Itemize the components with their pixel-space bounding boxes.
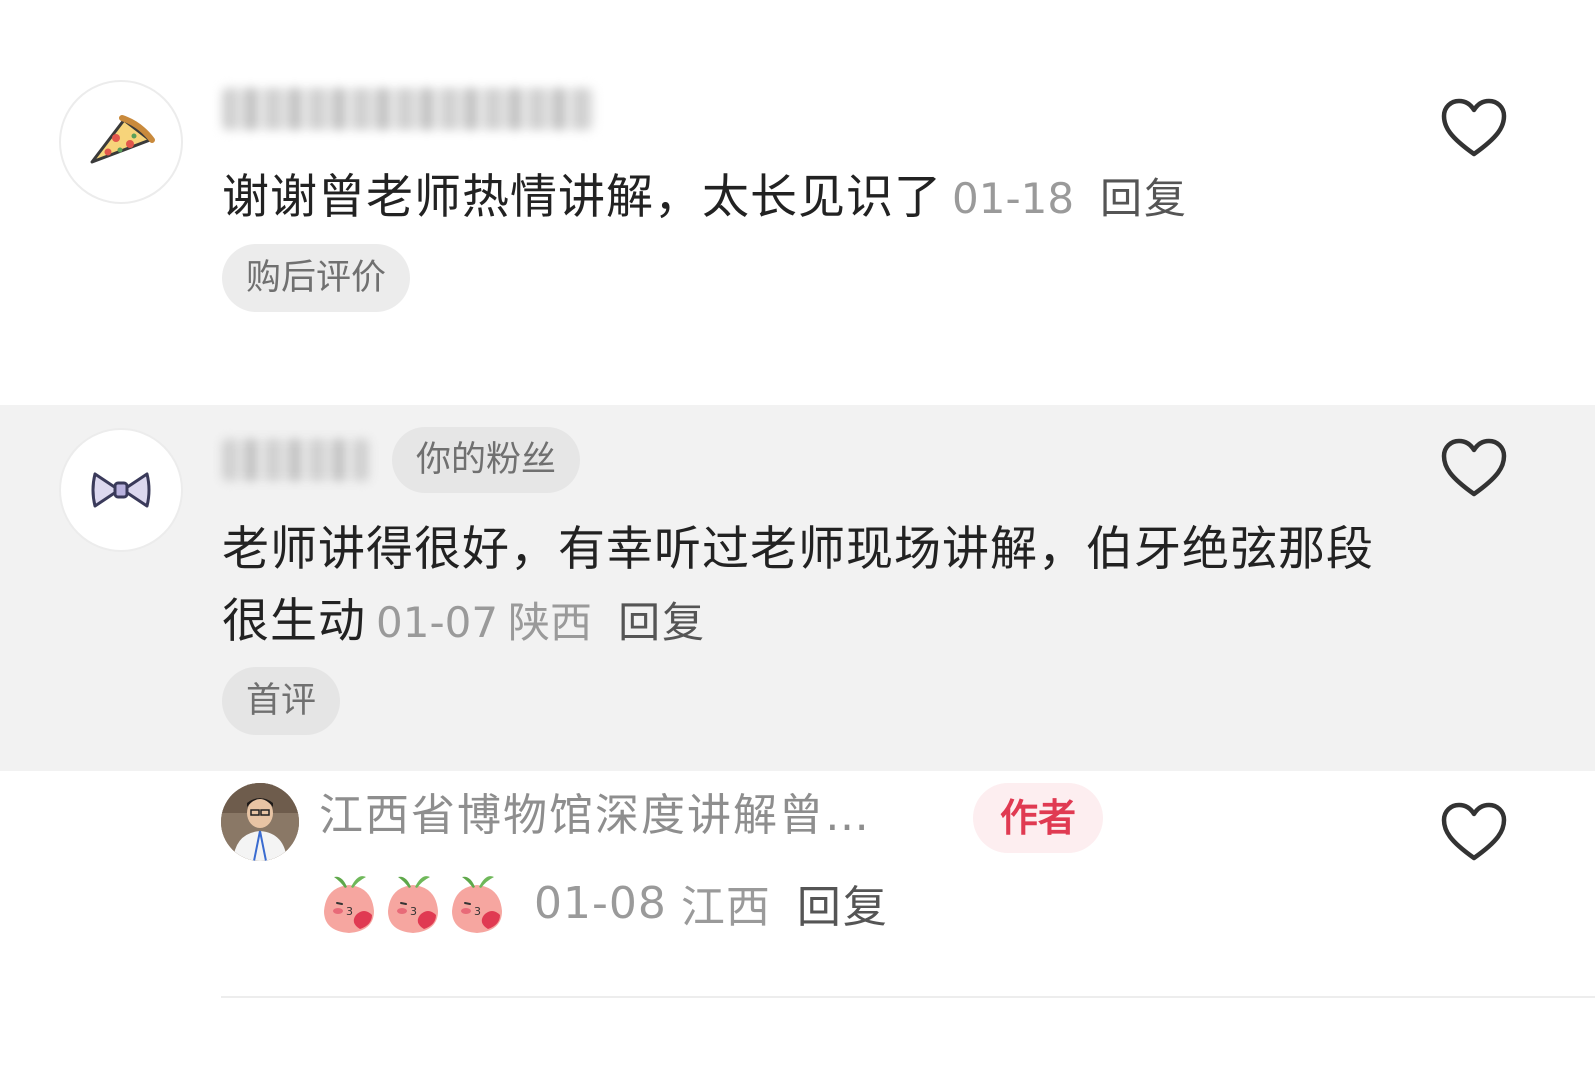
comment-location: 陕西 xyxy=(508,598,593,647)
bow-tie-icon xyxy=(91,472,151,508)
username-blurred[interactable] xyxy=(222,439,370,481)
reply-date: 01-08 xyxy=(534,877,667,929)
heart-icon[interactable] xyxy=(1440,801,1508,863)
author-avatar[interactable] xyxy=(221,783,299,861)
reply-location: 江西 xyxy=(680,882,771,933)
comment-text: 谢谢曾老师热情讲解，太长见识了 01-18 回复 xyxy=(222,162,1385,235)
comment-date: 01-07 xyxy=(376,598,499,647)
author-reply: 江西省博物馆深度讲解曾… 作者 3 3 3 01-08 江西 回复 xyxy=(0,771,1595,1031)
username-blurred[interactable] xyxy=(222,88,594,130)
comment-item-highlighted: 你的粉丝 老师讲得很好，有幸听过老师现场讲解，伯牙绝弦那段很生动 01-07 陕西回… xyxy=(0,405,1595,771)
author-photo xyxy=(221,783,299,861)
svg-text:3: 3 xyxy=(474,905,481,918)
heart-icon[interactable] xyxy=(1440,97,1508,159)
comment-body: 谢谢曾老师热情讲解，太长见识了 xyxy=(222,170,942,225)
svg-text:3: 3 xyxy=(410,905,417,918)
first-review-tag: 首评 xyxy=(222,667,341,735)
avatar[interactable] xyxy=(59,80,183,204)
comment-text: 老师讲得很好，有幸听过老师现场讲解，伯牙绝弦那段很生动 01-07 陕西 回复 xyxy=(222,514,1385,659)
divider xyxy=(221,996,1595,998)
peach-kiss-emoji: 3 xyxy=(324,876,374,933)
author-reply-content: 3 3 3 01-08 江西 回复 xyxy=(320,867,889,939)
comment-item: 谢谢曾老师热情讲解，太长见识了 01-18 回复 购后评价 xyxy=(0,0,1595,405)
purchase-review-tag: 购后评价 xyxy=(222,244,411,312)
peach-kiss-emoji: 3 xyxy=(452,876,502,933)
author-name[interactable]: 江西省博物馆深度讲解曾… xyxy=(319,783,871,849)
avatar[interactable] xyxy=(59,428,183,552)
peach-kiss-emoji: 3 xyxy=(388,876,438,933)
comment-date: 01-18 xyxy=(952,174,1075,223)
pizza-slice-icon xyxy=(90,115,155,164)
reply-button[interactable]: 回复 xyxy=(618,598,706,647)
reply-button[interactable]: 回复 xyxy=(1100,174,1188,223)
reply-button[interactable]: 回复 xyxy=(797,871,889,935)
author-badge: 作者 xyxy=(973,783,1104,853)
fan-badge: 你的粉丝 xyxy=(392,427,581,493)
svg-text:3: 3 xyxy=(346,905,353,918)
heart-icon[interactable] xyxy=(1440,437,1508,499)
